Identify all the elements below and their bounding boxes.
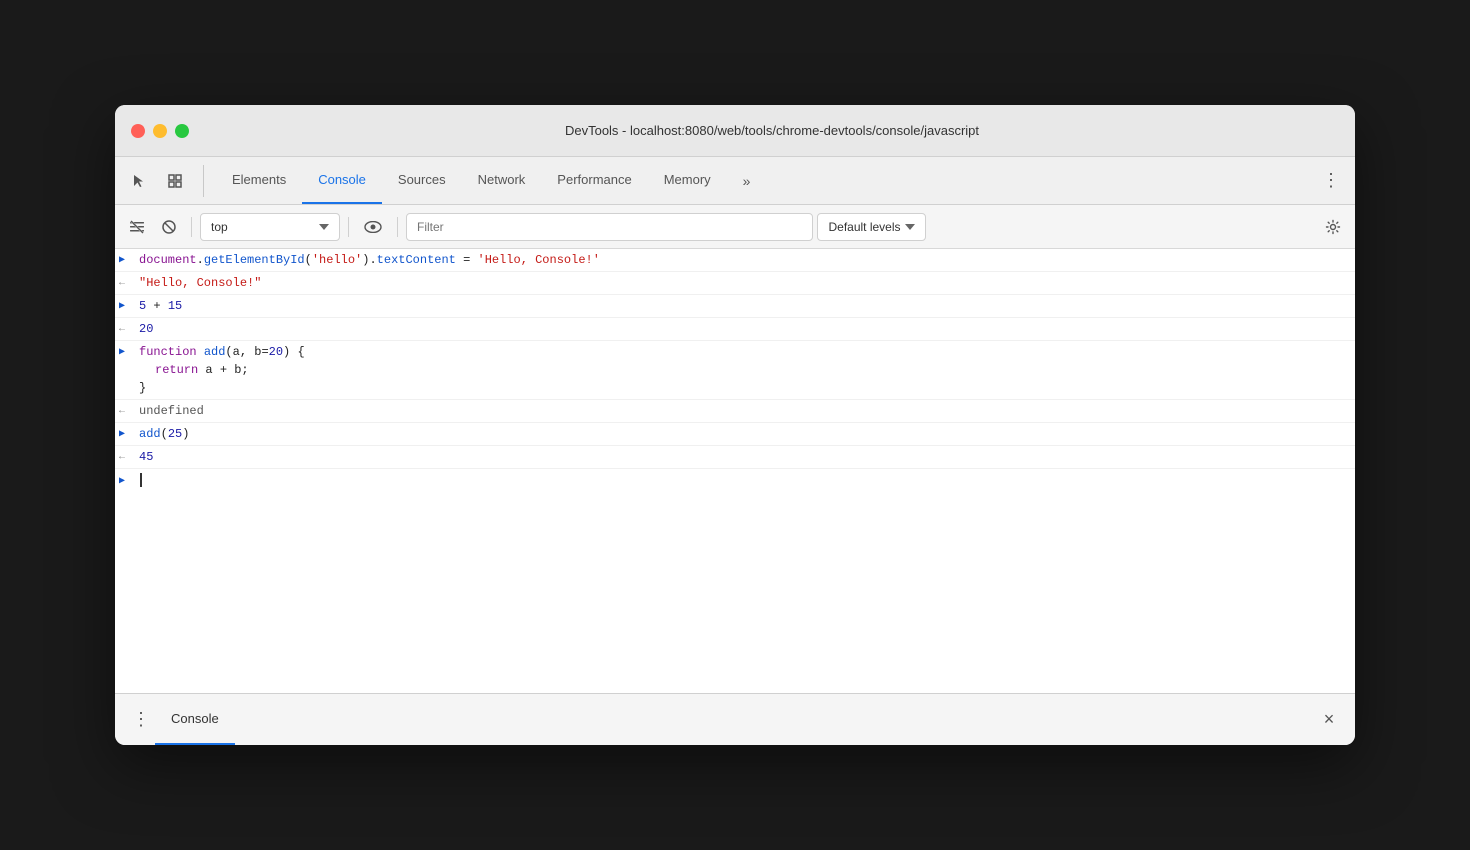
tab-sources[interactable]: Sources bbox=[382, 157, 462, 204]
console-line: ← undefined bbox=[115, 400, 1355, 423]
close-button[interactable] bbox=[131, 124, 145, 138]
output-arrow: ← bbox=[119, 448, 139, 465]
tab-icon-group bbox=[123, 165, 204, 197]
console-line: ▶ add(25) bbox=[115, 423, 1355, 446]
output-arrow: ← bbox=[119, 320, 139, 337]
bottom-drawer: ⋮ Console × bbox=[115, 693, 1355, 745]
eye-button[interactable] bbox=[357, 213, 389, 241]
tabs-bar: Elements Console Sources Network Perform… bbox=[115, 157, 1355, 205]
console-line: ← "Hello, Console!" bbox=[115, 272, 1355, 295]
input-prompt-arrow: ▶ bbox=[119, 472, 139, 489]
more-tabs-button[interactable]: » bbox=[735, 157, 759, 204]
settings-button[interactable] bbox=[1319, 213, 1347, 241]
console-output: ▶ document.getElementById('hello').textC… bbox=[115, 249, 1355, 693]
tab-memory[interactable]: Memory bbox=[648, 157, 727, 204]
text-cursor bbox=[140, 473, 142, 487]
tab-elements[interactable]: Elements bbox=[216, 157, 302, 204]
console-result: undefined bbox=[139, 402, 1347, 420]
tab-performance[interactable]: Performance bbox=[541, 157, 647, 204]
console-result: 45 bbox=[139, 448, 1347, 466]
input-arrow: ▶ bbox=[119, 297, 139, 314]
input-arrow: ▶ bbox=[119, 425, 139, 442]
console-expression: add(25) bbox=[139, 425, 1347, 443]
tabs-list: Elements Console Sources Network Perform… bbox=[216, 157, 758, 204]
toolbar-divider-3 bbox=[397, 217, 398, 237]
input-arrow: ▶ bbox=[119, 251, 139, 268]
traffic-lights bbox=[131, 124, 189, 138]
toolbar-divider bbox=[191, 217, 192, 237]
maximize-button[interactable] bbox=[175, 124, 189, 138]
console-line: ← 45 bbox=[115, 446, 1355, 469]
devtools-menu-button[interactable]: ⋮ bbox=[1315, 165, 1347, 197]
console-line: ▶ 5 + 15 bbox=[115, 295, 1355, 318]
window-title: DevTools - localhost:8080/web/tools/chro… bbox=[205, 123, 1339, 138]
console-line: ← 20 bbox=[115, 318, 1355, 341]
clear-console-button[interactable] bbox=[123, 213, 151, 241]
cursor-icon[interactable] bbox=[123, 165, 155, 197]
console-input-line[interactable]: ▶ bbox=[115, 469, 1355, 491]
drawer-console-tab[interactable]: Console bbox=[155, 694, 235, 745]
console-result: "Hello, Console!" bbox=[139, 274, 1347, 292]
filter-input[interactable] bbox=[406, 213, 813, 241]
inspect-icon[interactable] bbox=[159, 165, 191, 197]
console-result: 20 bbox=[139, 320, 1347, 338]
output-arrow: ← bbox=[119, 402, 139, 419]
context-selector[interactable]: top bbox=[200, 213, 340, 241]
output-arrow: ← bbox=[119, 274, 139, 291]
log-levels-button[interactable]: Default levels bbox=[817, 213, 925, 241]
tab-console[interactable]: Console bbox=[302, 157, 382, 204]
console-line: ▶ document.getElementById('hello').textC… bbox=[115, 249, 1355, 272]
minimize-button[interactable] bbox=[153, 124, 167, 138]
console-toolbar: top Default levels bbox=[115, 205, 1355, 249]
title-bar: DevTools - localhost:8080/web/tools/chro… bbox=[115, 105, 1355, 157]
input-arrow: ▶ bbox=[119, 343, 139, 360]
console-expression: function add(a, b=20) { return a + b; } bbox=[139, 343, 1347, 397]
console-expression: 5 + 15 bbox=[139, 297, 1347, 315]
tab-network[interactable]: Network bbox=[462, 157, 542, 204]
drawer-menu-button[interactable]: ⋮ bbox=[127, 706, 155, 734]
console-line: ▶ function add(a, b=20) { return a + b; … bbox=[115, 341, 1355, 400]
block-button[interactable] bbox=[155, 213, 183, 241]
toolbar-divider-2 bbox=[348, 217, 349, 237]
drawer-close-button[interactable]: × bbox=[1315, 706, 1343, 734]
console-expression: document.getElementById('hello').textCon… bbox=[139, 251, 1347, 269]
